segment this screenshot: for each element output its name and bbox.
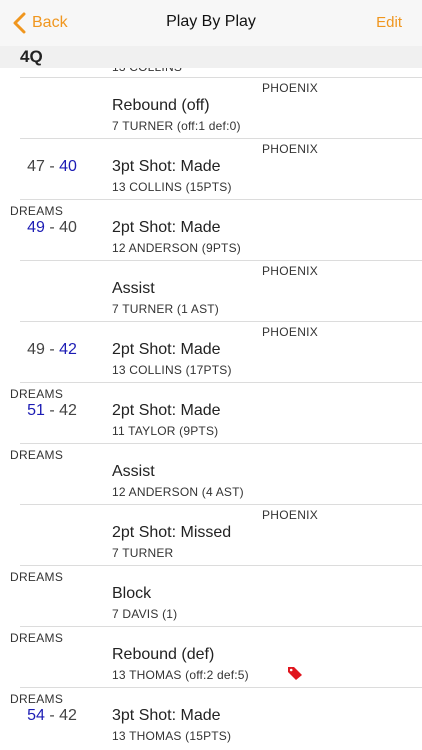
opponent-label: PHOENIX xyxy=(262,508,319,522)
score-home: 51 xyxy=(27,402,45,419)
score: 49 - 42 xyxy=(0,341,104,359)
score: 47 - 40 xyxy=(0,158,104,176)
play-row[interactable]: DREAMS 49 - 40 2pt Shot: Made 12 ANDERSON (… xyxy=(0,199,422,260)
score-separator: - xyxy=(44,707,60,724)
score: 49 - 40 xyxy=(0,219,104,237)
row-separator xyxy=(20,626,422,627)
play-action: Rebound (def) xyxy=(112,646,215,663)
play-row[interactable]: DREAMS Assist 12 ANDERSON (4 AST) xyxy=(0,443,422,504)
score: 51 - 42 xyxy=(0,402,104,420)
row-separator xyxy=(20,260,422,261)
score: 54 - 42 xyxy=(0,707,104,725)
play-action: 2pt Shot: Made xyxy=(112,402,221,419)
play-list[interactable]: 4Q 13 COLLINS PHOENIXRebound (off)7 TURN… xyxy=(0,46,422,750)
play-row[interactable]: PHOENIX 49 - 42 2pt Shot: Made 13 COLLINS (… xyxy=(0,321,422,382)
play-detail: 13 COLLINS (15PTS) xyxy=(112,180,232,194)
row-separator xyxy=(20,565,422,566)
play-action: 2pt Shot: Missed xyxy=(112,524,232,541)
team-label: DREAMS xyxy=(10,631,64,645)
play-row[interactable]: PHOENIX 2pt Shot: Missed 7 TURNER xyxy=(0,504,422,565)
play-action: Rebound (off) xyxy=(112,97,210,114)
play-row[interactable]: DREAMS 51 - 42 2pt Shot: Made 11 TAYLOR (9P… xyxy=(0,382,422,443)
row-separator xyxy=(20,321,422,322)
score-home: 49 xyxy=(27,341,45,358)
row-separator xyxy=(20,199,422,200)
play-detail: 13 THOMAS (15PTS) xyxy=(112,729,232,743)
row-separator xyxy=(20,687,422,688)
team-label: DREAMS xyxy=(10,387,64,401)
score-home: 47 xyxy=(27,158,45,175)
score-separator: - xyxy=(44,219,60,236)
play-detail: 13 THOMAS (off:2 def:5) xyxy=(112,668,249,682)
row-separator xyxy=(20,77,422,78)
team-label: DREAMS xyxy=(10,204,64,218)
play-action: 2pt Shot: Made xyxy=(112,219,221,236)
score-away: 40 xyxy=(59,158,77,175)
play-row[interactable]: PHOENIX 47 - 40 3pt Shot: Made 13 COLLINS (… xyxy=(0,138,422,199)
play-detail: 7 DAVIS (1) xyxy=(112,607,178,621)
tag-icon[interactable] xyxy=(287,665,303,681)
play-detail: 7 TURNER xyxy=(112,546,174,560)
play-action: 3pt Shot: Made xyxy=(112,707,221,724)
play-action: 3pt Shot: Made xyxy=(112,158,221,175)
opponent-label: PHOENIX xyxy=(262,325,319,339)
quarter-label: 4Q xyxy=(20,47,43,66)
play-detail: 13 COLLINS (17PTS) xyxy=(112,363,232,377)
play-row[interactable]: PHOENIX Rebound (off) 7 TURNER (off:1 def:… xyxy=(0,77,422,138)
opponent-label: PHOENIX xyxy=(262,142,319,156)
score-separator: - xyxy=(44,402,60,419)
play-action: Assist xyxy=(112,463,155,480)
edit-button[interactable]: Edit xyxy=(376,14,402,31)
quarter-header: 4Q xyxy=(0,46,422,68)
score-home: 49 xyxy=(27,219,45,236)
play-detail: 12 ANDERSON (9PTS) xyxy=(112,241,241,255)
score-separator: - xyxy=(44,158,60,175)
play-row[interactable]: PHOENIX Assist 7 TURNER (1 AST) xyxy=(0,260,422,321)
row-separator xyxy=(20,443,422,444)
play-action: 2pt Shot: Made xyxy=(112,341,221,358)
play-row[interactable]: DREAMS Block 7 DAVIS (1) xyxy=(0,565,422,626)
play-action: Assist xyxy=(112,280,155,297)
navigation-bar: Back Play By Play Edit xyxy=(0,0,422,47)
row-separator xyxy=(20,382,422,383)
score-away: 42 xyxy=(59,341,77,358)
score-away: 40 xyxy=(59,219,77,236)
score-separator: - xyxy=(44,341,60,358)
play-action: Block xyxy=(112,585,152,602)
play-detail: 7 TURNER (1 AST) xyxy=(112,302,219,316)
play-row[interactable]: DREAMS 54 - 42 3pt Shot: Made 13 THOMAS (15… xyxy=(0,687,422,748)
play-row[interactable]: DREAMS Rebound (def) 13 THOMAS (off:2 def:… xyxy=(0,626,422,687)
team-label: DREAMS xyxy=(10,692,64,706)
play-detail: 12 ANDERSON (4 AST) xyxy=(112,485,244,499)
team-label: DREAMS xyxy=(10,570,64,584)
opponent-label: PHOENIX xyxy=(262,81,319,95)
team-label: DREAMS xyxy=(10,448,64,462)
row-separator xyxy=(20,138,422,139)
score-away: 42 xyxy=(59,707,77,724)
page-title: Play By Play xyxy=(166,13,256,30)
opponent-label: PHOENIX xyxy=(262,264,319,278)
play-detail: 7 TURNER (off:1 def:0) xyxy=(112,119,241,133)
score-away: 42 xyxy=(59,402,77,419)
play-detail: 11 TAYLOR (9PTS) xyxy=(112,424,219,438)
score-home: 54 xyxy=(27,707,45,724)
row-separator xyxy=(20,504,422,505)
